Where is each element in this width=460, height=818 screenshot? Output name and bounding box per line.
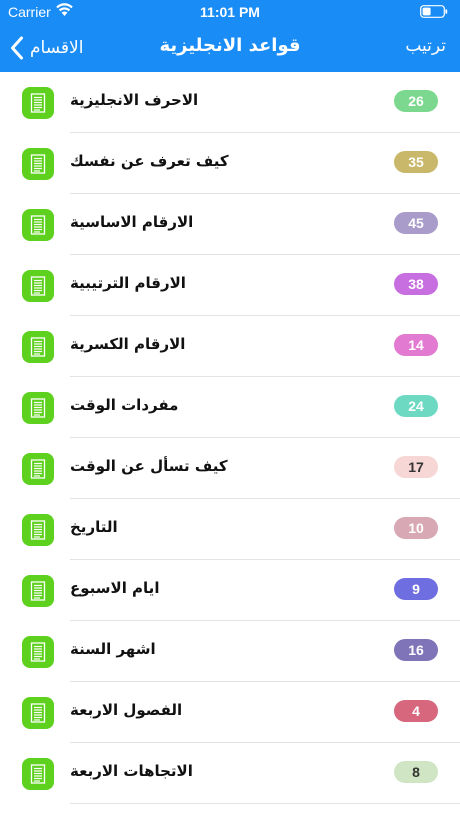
document-icon — [22, 575, 54, 607]
list-item-label: الارقام الترتيبية — [70, 274, 186, 292]
chevron-left-icon — [11, 36, 23, 60]
document-icon — [22, 758, 54, 790]
list-item[interactable]: اشهر السنة 16 — [0, 621, 460, 682]
back-label: الاقسام — [30, 38, 84, 58]
list-item-label: الارقام الاساسية — [70, 213, 194, 231]
count-badge: 16 — [394, 639, 438, 661]
document-icon — [22, 87, 54, 119]
list-item-label: الارقام الكسرية — [70, 335, 186, 353]
document-icon — [22, 453, 54, 485]
document-icon — [22, 270, 54, 302]
document-icon — [22, 697, 54, 729]
list-item-label: كيف تعرف عن نفسك — [70, 152, 229, 170]
list-item[interactable]: مفردات الوقت 24 — [0, 377, 460, 438]
status-bar: Carrier 11:01 PM — [0, 0, 460, 24]
back-button[interactable]: الاقسام — [10, 34, 83, 62]
list-item-label: الاحرف الانجليزية — [70, 91, 199, 109]
count-badge: 10 — [394, 517, 438, 539]
document-icon — [22, 209, 54, 241]
list-item[interactable]: الاحرف الانجليزية 26 — [0, 72, 460, 133]
list-item[interactable]: الاتجاهات الاربعة 8 — [0, 743, 460, 804]
count-badge: 45 — [394, 212, 438, 234]
list-item-label: كيف تسأل عن الوقت — [70, 457, 228, 475]
count-badge: 38 — [394, 273, 438, 295]
list-item-label: ايام الاسبوع — [70, 579, 160, 597]
document-icon — [22, 636, 54, 668]
document-icon — [22, 148, 54, 180]
count-badge: 8 — [394, 761, 438, 783]
count-badge: 4 — [394, 700, 438, 722]
list-item-label: مفردات الوقت — [70, 396, 179, 414]
document-icon — [22, 514, 54, 546]
list-item-label: التاريخ — [70, 518, 118, 536]
category-list: الاحرف الانجليزية 26 كيف تعرف عن نفسك 35 — [0, 72, 460, 804]
navigation-bar: الاقسام قواعد الانجليزية ترتيب — [0, 24, 460, 72]
count-badge: 9 — [394, 578, 438, 600]
count-badge: 14 — [394, 334, 438, 356]
list-item[interactable]: ايام الاسبوع 9 — [0, 560, 460, 621]
list-item[interactable]: الارقام الكسرية 14 — [0, 316, 460, 377]
count-badge: 35 — [394, 151, 438, 173]
top-bar: Carrier 11:01 PM الاقسام قواعد الانجليزي… — [0, 0, 460, 72]
list-item[interactable]: الفصول الاربعة 4 — [0, 682, 460, 743]
document-icon — [22, 331, 54, 363]
document-icon — [22, 392, 54, 424]
page-title: قواعد الانجليزية — [159, 35, 301, 56]
list-item-label: اشهر السنة — [70, 640, 156, 658]
clock: 11:01 PM — [200, 4, 260, 20]
list-item[interactable]: الارقام الترتيبية 38 — [0, 255, 460, 316]
count-badge: 24 — [394, 395, 438, 417]
count-badge: 17 — [394, 456, 438, 478]
list-item[interactable]: كيف تعرف عن نفسك 35 — [0, 133, 460, 194]
list-item-label: الفصول الاربعة — [70, 701, 183, 719]
count-badge: 26 — [394, 90, 438, 112]
sort-button[interactable]: ترتيب — [405, 36, 446, 56]
list-item[interactable]: الارقام الاساسية 45 — [0, 194, 460, 255]
list-item[interactable]: كيف تسأل عن الوقت 17 — [0, 438, 460, 499]
battery-icon — [420, 5, 448, 18]
list-item[interactable]: التاريخ 10 — [0, 499, 460, 560]
list-item-label: الاتجاهات الاربعة — [70, 762, 193, 780]
